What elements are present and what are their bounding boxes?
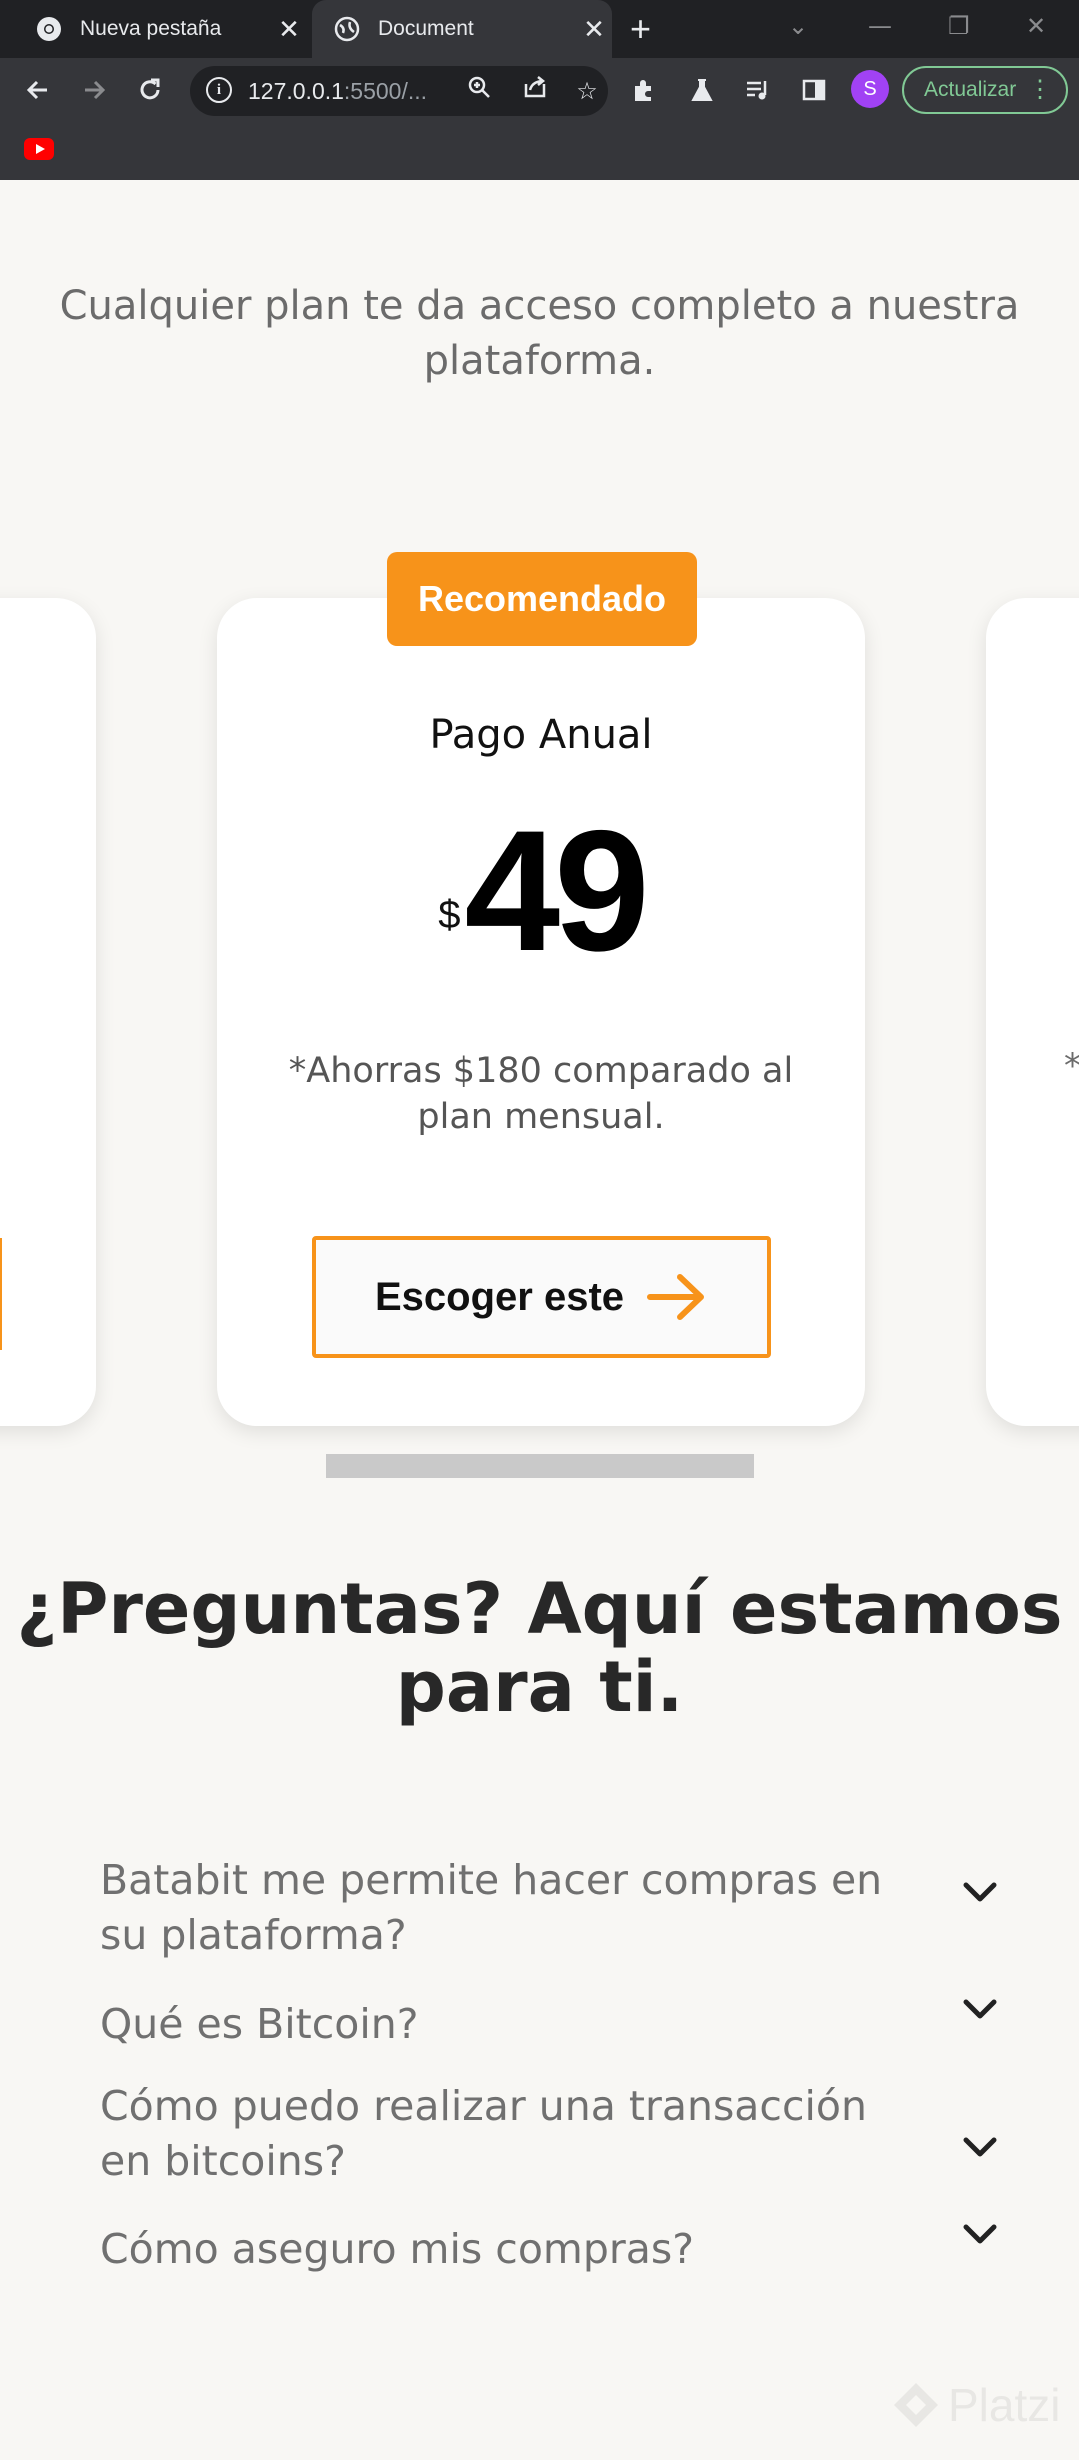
faq-item[interactable]: Cómo aseguro mis compras? [100, 2222, 1000, 2277]
extensions-icon[interactable] [622, 58, 666, 122]
browser-toolbar: i 127.0.0.1:5500/... ☆ S Actualizar ⋮ [0, 58, 1079, 122]
tab-strip: Nueva pestaña ✕ Document ✕ + ⌄ — ❐ ✕ [0, 0, 1079, 58]
profile-avatar[interactable]: S [851, 70, 889, 108]
right-card-text-fragment: * [1064, 1046, 1079, 1086]
youtube-icon[interactable] [24, 138, 54, 160]
share-icon[interactable] [518, 74, 552, 108]
chevron-down-icon[interactable] [960, 2128, 1000, 2168]
plan-price: $49 [217, 805, 865, 977]
minimize-button[interactable]: — [868, 12, 892, 40]
browser-chrome: Nueva pestaña ✕ Document ✕ + ⌄ — ❐ ✕ i 1… [0, 0, 1079, 180]
faq-question: Batabit me permite hacer compras en su p… [100, 1856, 883, 1959]
watermark-text: Platzi [948, 2379, 1061, 2431]
choose-plan-label: Escoger este [374, 1274, 625, 1319]
url-text[interactable]: 127.0.0.1:5500/... [248, 78, 427, 105]
faq-question: Cómo aseguro mis compras? [100, 2225, 694, 2273]
price-amount: 49 [464, 795, 649, 987]
choose-plan-button[interactable]: Escoger este [312, 1236, 771, 1358]
close-tab-icon[interactable]: ✕ [576, 14, 612, 45]
chrome-icon [36, 16, 62, 42]
address-bar[interactable]: i 127.0.0.1:5500/... ☆ [190, 66, 608, 116]
plan-savings-note: *Ahorras $180 comparado al plan mensual. [288, 1051, 794, 1137]
close-window-button[interactable]: ✕ [1026, 12, 1046, 40]
recommended-badge: Recomendado [387, 552, 697, 646]
plan-card-left [0, 598, 96, 1426]
zoom-icon[interactable] [462, 74, 496, 108]
arrow-right-icon [647, 1274, 705, 1320]
faq-item[interactable]: Qué es Bitcoin? [100, 1997, 1000, 2052]
tab-title: Nueva pestaña [80, 17, 222, 40]
faq-question: Qué es Bitcoin? [100, 2000, 419, 2048]
close-tab-icon[interactable]: ✕ [271, 14, 307, 45]
back-icon[interactable] [16, 58, 60, 122]
tab-title: Document [378, 17, 474, 40]
price-currency: $ [438, 893, 461, 937]
restore-button[interactable]: ❐ [948, 12, 970, 40]
tab-search-icon[interactable]: ⌄ [788, 12, 808, 40]
update-label: Actualizar [924, 78, 1017, 101]
plan-card-annual: Pago Anual $49 *Ahorras $180 comparado a… [217, 598, 865, 1426]
faq-title: ¿Preguntas? Aquí estamos para ti. [16, 1568, 1063, 1728]
plans-intro-text: Cualquier plan te da acceso completo a n… [59, 283, 1020, 384]
carousel-scrollbar[interactable] [326, 1454, 754, 1478]
side-panel-icon[interactable] [792, 58, 836, 122]
chevron-down-icon[interactable] [960, 2215, 1000, 2255]
platzi-watermark: Platzi [890, 2378, 1060, 2432]
page-content: Cualquier plan te da acceso completo a n… [0, 180, 1079, 2460]
new-tab-button[interactable]: + [630, 8, 651, 50]
reload-icon[interactable] [128, 58, 172, 122]
faq-item[interactable]: Cómo puedo realizar una transacción en b… [100, 2079, 1000, 2189]
kebab-menu-icon[interactable]: ⋮ [1028, 76, 1052, 104]
plan-card-right: * [986, 598, 1079, 1426]
forward-icon[interactable] [72, 58, 116, 122]
tab-nueva-pestana[interactable]: Nueva pestaña ✕ [14, 0, 307, 58]
plan-name: Pago Anual [429, 712, 653, 758]
labs-flask-icon[interactable] [680, 58, 724, 122]
platzi-logo-icon [894, 2383, 938, 2427]
faq-item[interactable]: Batabit me permite hacer compras en su p… [100, 1853, 1000, 1963]
media-queue-icon[interactable] [736, 58, 780, 122]
tab-document[interactable]: Document ✕ [312, 0, 612, 58]
faq-question: Cómo puedo realizar una transacción en b… [100, 2082, 867, 2185]
update-button[interactable]: Actualizar ⋮ [902, 66, 1068, 114]
choose-button-edge[interactable] [0, 1238, 2, 1350]
chevron-down-icon[interactable] [960, 1990, 1000, 2030]
chevron-down-icon[interactable] [960, 1873, 1000, 1913]
star-icon[interactable]: ☆ [570, 74, 604, 108]
bookmarks-bar [0, 122, 1079, 180]
globe-icon [334, 16, 360, 42]
site-info-icon[interactable]: i [206, 77, 232, 103]
